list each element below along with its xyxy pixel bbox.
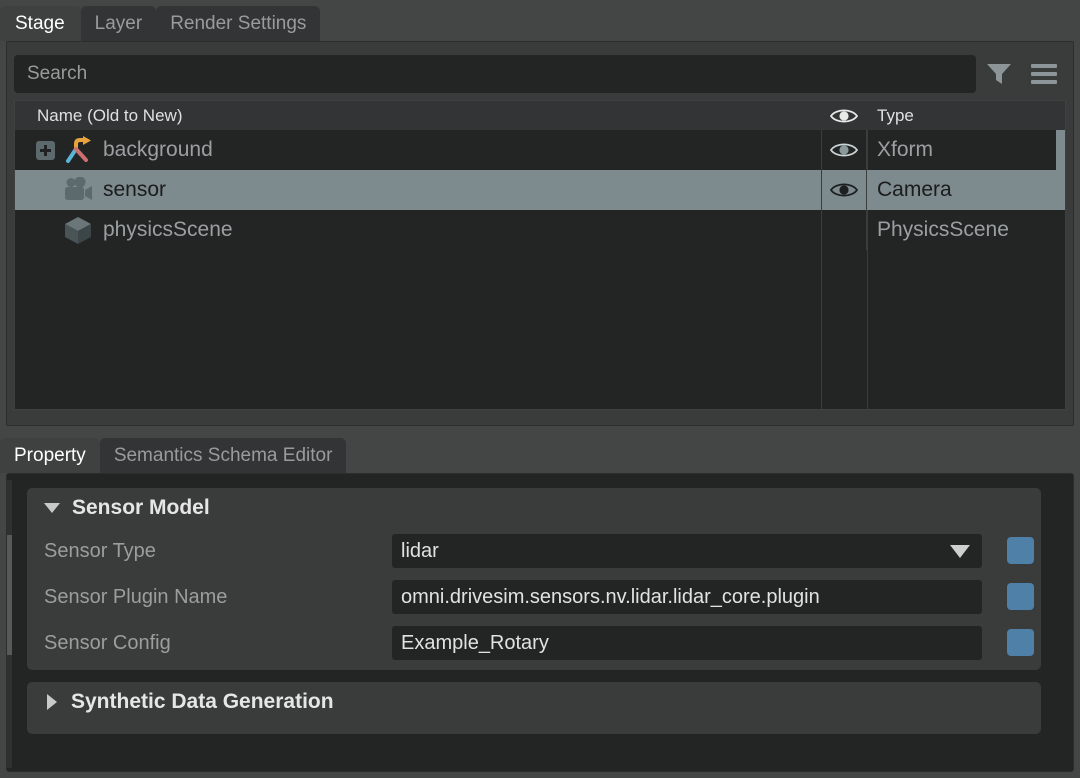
section-sensor-model: Sensor Model Sensor Type lidar Sensor Pl… <box>27 488 1041 670</box>
property-panel-body: Sensor Model Sensor Type lidar Sensor Pl… <box>6 473 1074 772</box>
table-row[interactable]: background Xform <box>15 130 1065 170</box>
property-row-sensor-plugin-name: Sensor Plugin Name omni.drivesim.sensors… <box>27 574 1041 620</box>
tab-semantics-schema-editor-label: Semantics Schema Editor <box>113 444 333 466</box>
stage-tabstrip: Stage Layer Render Settings <box>0 6 321 41</box>
stage-panel: Stage Layer Render Settings Na <box>0 0 1080 432</box>
property-scrollbar-thumb[interactable] <box>7 535 12 655</box>
tab-render-settings[interactable]: Render Settings <box>156 6 321 41</box>
prim-type-label: Xform <box>877 138 934 161</box>
sensor-config-connector-button[interactable] <box>1007 629 1034 656</box>
visibility-toggle[interactable] <box>821 130 867 170</box>
prim-name-label: sensor <box>103 178 167 201</box>
section-sensor-model-header[interactable]: Sensor Model <box>27 488 1041 528</box>
property-panel: Property Semantics Schema Editor Sensor … <box>0 432 1080 778</box>
row-name-cell[interactable]: physicsScene <box>15 210 821 250</box>
row-name-cell[interactable]: background <box>15 130 821 170</box>
sensor-type-dropdown[interactable]: lidar <box>392 534 982 568</box>
sensor-plugin-name-value: omni.drivesim.sensors.nv.lidar.lidar_cor… <box>401 585 820 608</box>
sensor-plugin-name-label: Sensor Plugin Name <box>44 585 228 608</box>
prim-type-label: Camera <box>877 178 952 201</box>
eye-icon <box>830 108 858 123</box>
sensor-plugin-name-connector-button[interactable] <box>1007 583 1034 610</box>
section-synthetic-data-generation-title: Synthetic Data Generation <box>71 690 334 713</box>
column-header-visibility[interactable] <box>821 107 867 125</box>
visibility-toggle[interactable] <box>821 210 867 250</box>
search-input[interactable] <box>14 55 976 93</box>
column-header-type[interactable]: Type <box>877 106 914 126</box>
prim-type-label-cell: Xform <box>877 130 933 170</box>
funnel-icon <box>986 64 1011 84</box>
table-row[interactable]: physicsScene PhysicsScene <box>15 210 1065 250</box>
prim-type-label: PhysicsScene <box>877 218 1009 241</box>
tab-layer-label: Layer <box>94 12 143 34</box>
prim-type-label-cell: Camera <box>877 170 952 210</box>
eye-icon <box>830 183 858 197</box>
chevron-right-icon <box>47 694 57 710</box>
tab-stage[interactable]: Stage <box>0 6 81 41</box>
section-synthetic-data-generation[interactable]: Synthetic Data Generation <box>27 682 1041 734</box>
stage-tree-header: Name (Old to New) Type <box>15 101 1065 130</box>
stage-tree: Name (Old to New) Type background Xform … <box>14 100 1066 410</box>
stage-panel-body: Name (Old to New) Type <box>6 41 1074 426</box>
camera-icon <box>61 175 95 205</box>
sensor-type-label: Sensor Type <box>44 539 156 562</box>
stage-search-row <box>14 55 1066 93</box>
xform-axis-icon <box>61 135 95 165</box>
sensor-type-connector-button[interactable] <box>1007 537 1034 564</box>
sensor-config-label: Sensor Config <box>44 631 171 654</box>
property-tabstrip: Property Semantics Schema Editor <box>0 438 347 473</box>
property-vertical-scrollbar[interactable] <box>7 480 12 768</box>
visibility-toggle[interactable] <box>821 170 867 210</box>
sensor-plugin-name-input[interactable]: omni.drivesim.sensors.nv.lidar.lidar_cor… <box>392 580 982 614</box>
prim-type-label-cell: PhysicsScene <box>877 210 1009 250</box>
sensor-type-value: lidar <box>401 539 439 562</box>
filter-button[interactable] <box>976 55 1021 93</box>
tab-semantics-schema-editor[interactable]: Semantics Schema Editor <box>99 438 347 473</box>
expand-collapse-icon[interactable] <box>36 140 55 160</box>
hamburger-menu-icon <box>1030 64 1057 84</box>
cube-icon <box>61 215 95 245</box>
prim-name-label: background <box>103 138 213 161</box>
tab-property[interactable]: Property <box>0 438 100 473</box>
chevron-down-icon <box>44 503 60 513</box>
property-row-sensor-type: Sensor Type lidar <box>27 528 1041 574</box>
column-header-name[interactable]: Name (Old to New) <box>37 106 182 126</box>
section-sensor-model-title: Sensor Model <box>72 496 210 519</box>
tab-layer[interactable]: Layer <box>80 6 157 41</box>
chevron-down-icon <box>950 544 970 558</box>
tree-vertical-scrollbar[interactable] <box>1056 130 1065 190</box>
table-row[interactable]: sensor Camera <box>15 170 1065 210</box>
prim-name-label: physicsScene <box>103 218 233 241</box>
sensor-config-input[interactable]: Example_Rotary <box>392 626 982 660</box>
eye-icon <box>830 143 858 157</box>
property-row-sensor-config: Sensor Config Example_Rotary <box>27 620 1041 666</box>
sensor-config-value: Example_Rotary <box>401 631 549 654</box>
section-synthetic-data-generation-header[interactable]: Synthetic Data Generation <box>27 682 1041 722</box>
row-name-cell[interactable]: sensor <box>15 170 821 210</box>
tab-stage-label: Stage <box>15 12 65 34</box>
stage-options-button[interactable] <box>1021 55 1066 93</box>
tab-property-label: Property <box>14 444 86 466</box>
tab-render-settings-label: Render Settings <box>170 12 307 34</box>
